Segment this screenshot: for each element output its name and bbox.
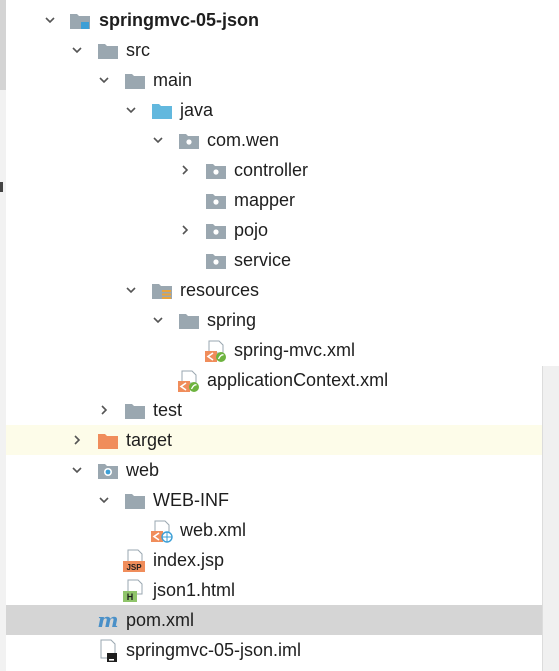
tree-row-pojo[interactable]: pojo [6,215,559,245]
tree-row-spring-mvc-xml[interactable]: spring-mvc.xml [6,335,559,365]
chevron-down-icon[interactable] [150,305,166,335]
folder-icon [177,305,201,335]
maven-icon: m [96,605,120,635]
tree-label: java [180,100,214,120]
tree-label: spring-mvc.xml [234,340,356,360]
web-xml-icon [150,515,174,545]
tree-label: springmvc-05-json [99,10,260,30]
tree-label: index.jsp [153,550,225,570]
tree-label: service [234,250,292,270]
tree-row-test[interactable]: test [6,395,559,425]
web-folder-icon [96,455,120,485]
tree-label: mapper [234,190,296,210]
tree-row-target[interactable]: target [6,425,559,455]
tree-row-controller[interactable]: controller [6,155,559,185]
tree-row-resources[interactable]: resources [6,275,559,305]
tree-row-src[interactable]: src [6,35,559,65]
tree-label: WEB-INF [153,490,229,510]
chevron-right-icon[interactable] [177,215,193,245]
chevron-right-icon[interactable] [69,425,85,455]
package-icon [204,185,228,215]
tree-row-service[interactable]: service [6,245,559,275]
maven-icon-glyph: m [97,609,118,631]
tree-label: controller [234,160,309,180]
tree-row-java[interactable]: java [6,95,559,125]
tree-row-main[interactable]: main [6,65,559,95]
folder-icon [123,65,147,95]
tree-row-mapper[interactable]: mapper [6,185,559,215]
jsp-icon-glyph: JSP [126,563,142,572]
tree-label: spring [207,310,257,330]
tree-row-iml[interactable]: springmvc-05-json.iml [6,635,559,665]
html-icon-glyph: H [127,592,134,602]
chevron-down-icon[interactable] [96,485,112,515]
folder-icon [123,485,147,515]
tree-row-web-xml[interactable]: web.xml [6,515,559,545]
tree-label: applicationContext.xml [207,370,389,390]
tree-label: json1.html [153,580,236,600]
chevron-down-icon[interactable] [42,5,58,35]
tree-row-pom-xml[interactable]: m pom.xml [6,605,559,635]
tree-label: pojo [234,220,269,240]
tree-row-index-jsp[interactable]: JSP index.jsp [6,545,559,575]
spring-xml-icon [177,365,201,395]
vertical-scrollbar[interactable] [542,366,559,671]
tree-label: web.xml [180,520,247,540]
tree-row-application-context-xml[interactable]: applicationContext.xml [6,365,559,395]
source-root-folder-icon [150,95,174,125]
tree-row-web-inf[interactable]: WEB-INF [6,485,559,515]
package-icon [204,245,228,275]
chevron-down-icon[interactable] [150,125,166,155]
tree-label: resources [180,280,260,300]
tree-label: test [153,400,183,420]
chevron-down-icon[interactable] [123,95,139,125]
folder-icon [96,35,120,65]
tree-label: target [126,430,173,450]
package-icon [204,215,228,245]
tree-label: web [126,460,160,480]
excluded-folder-icon [96,425,120,455]
chevron-down-icon[interactable] [96,65,112,95]
tree-label: main [153,70,193,90]
tree-row-package[interactable]: com.wen [6,125,559,155]
module-folder-icon [68,5,92,35]
tree-label: springmvc-05-json.iml [126,640,302,660]
tree-row-web[interactable]: web [6,455,559,485]
tree-label: com.wen [207,130,280,150]
project-tree: springmvc-05-json src main java com.wen … [6,5,559,665]
html-file-icon: H [123,575,147,605]
tree-row-json1-html[interactable]: H json1.html [6,575,559,605]
chevron-down-icon[interactable] [69,455,85,485]
tree-row-project[interactable]: springmvc-05-json [6,5,559,35]
folder-icon [123,395,147,425]
chevron-down-icon[interactable] [69,35,85,65]
jsp-file-icon: JSP [123,545,147,575]
left-gutter-mark [0,182,3,192]
tree-row-spring[interactable]: spring [6,305,559,335]
package-icon [177,125,201,155]
chevron-right-icon[interactable] [96,395,112,425]
tree-label: src [126,40,150,60]
iml-file-icon [96,635,120,665]
chevron-right-icon[interactable] [177,155,193,185]
tree-label: pom.xml [126,610,195,630]
resources-folder-icon [150,275,174,305]
package-icon [204,155,228,185]
chevron-down-icon[interactable] [123,275,139,305]
spring-xml-icon [204,335,228,365]
